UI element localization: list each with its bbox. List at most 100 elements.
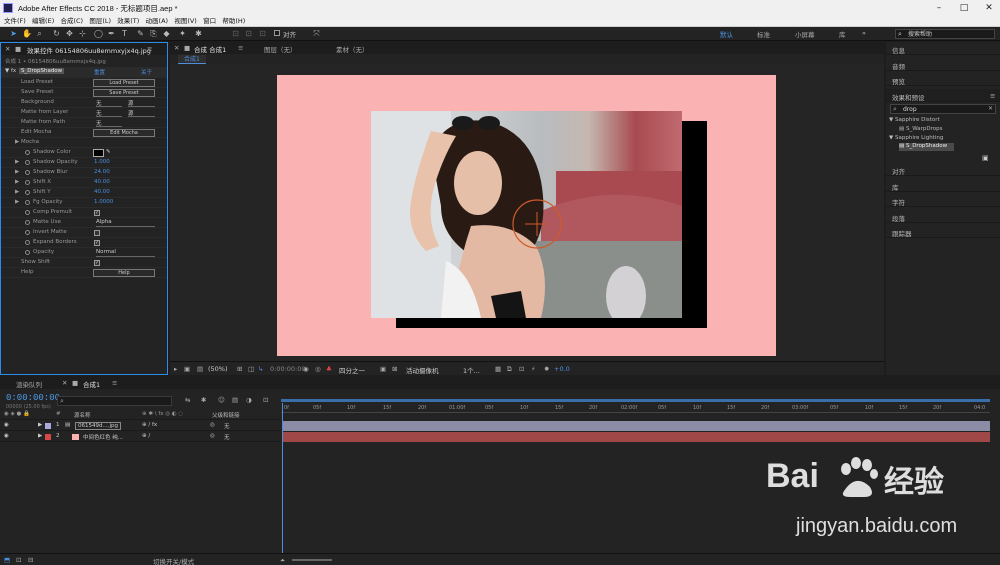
layer-switches-icon[interactable]: ⊕ / [142,433,150,439]
background-source-select[interactable]: 源 [128,99,155,107]
show-snapshot-icon[interactable]: ◎ [315,365,321,373]
stopwatch-icon[interactable] [25,250,30,255]
maximize-button[interactable]: □ [957,2,971,14]
zoom-select[interactable]: (50%) [208,365,228,373]
clone-tool-icon[interactable]: ⎘ [149,29,158,38]
load-preset-button[interactable]: Load Preset [93,79,155,87]
tab-layer[interactable]: 图层（无） [264,44,297,54]
toggle-switches-modes[interactable]: 切换开关/模式 [153,556,194,565]
shadow-color-swatch[interactable] [93,149,104,157]
fg-opacity-value[interactable]: 1.0000 [94,199,113,205]
opacity-mode-select[interactable]: Normal [96,249,155,257]
roto-tool-icon[interactable]: ✦ [178,29,187,38]
expand-arrow-icon[interactable]: ▶ [15,199,19,205]
exposure-value[interactable]: +0.0 [554,365,570,373]
matte-layer-select[interactable]: 无 [96,109,122,117]
graph-editor-icon[interactable]: ⊡ [263,396,268,404]
minimize-button[interactable]: – [932,2,946,14]
draft-3d-icon[interactable]: ✱ [201,396,206,404]
matte-path-select[interactable]: 无 [96,119,122,127]
tree-item-warpdrops[interactable]: ▤ S_WarpDrops [899,126,943,132]
layer-parent-select[interactable]: 无 [224,433,230,441]
search-help-input[interactable]: ⌕ 搜索帮助 [895,29,995,39]
layer-parent-select[interactable]: 无 [224,422,230,430]
mask-visibility-icon[interactable]: ◫ [248,365,254,373]
expand-arrow-icon[interactable]: ▶ [15,189,19,195]
menu-help[interactable]: 帮助(H) [222,16,245,27]
expand-arrow-icon[interactable]: ▶ [15,139,19,145]
snap-option-2-icon[interactable]: ⊡ [244,29,253,38]
show-shift-checkbox[interactable]: ✓ [94,260,100,266]
timeline-search-input[interactable]: ⌕ [57,396,172,406]
monitor-icon[interactable]: ▤ [197,365,203,373]
panel-tracker[interactable]: 跟踪器 [886,225,1000,238]
menu-layer[interactable]: 图层(L) [89,16,111,27]
panel-menu-icon[interactable]: ≡ [990,92,995,100]
photo-layer[interactable] [371,111,682,318]
layer-name[interactable]: 061549d....jpg [75,422,121,430]
panel-audio[interactable]: 音频 [886,58,1000,71]
workspace-standard[interactable]: 标准 [757,29,770,39]
panel-close-icon[interactable]: ✕ [5,45,10,53]
grid-icon[interactable]: ⊞ [237,365,242,373]
stopwatch-icon[interactable] [25,230,30,235]
invert-matte-checkbox[interactable] [94,230,100,236]
tree-group-distort[interactable]: ▼ Sapphire Distort [889,117,940,123]
frame-blending-icon[interactable]: ▤ [232,396,238,404]
stopwatch-icon[interactable] [25,220,30,225]
fast-preview-icon[interactable]: ⚡ [531,365,536,373]
matte-source-select[interactable]: 源 [128,109,155,117]
comp-flowchart-icon[interactable]: ⧉ [507,365,512,374]
stopwatch-icon[interactable] [25,200,30,205]
layer-row-1[interactable]: ◉ ▶ 1 ▤ 061549d....jpg ⊕ / fx ◎ 无 [0,421,280,431]
region-icon[interactable]: ▣ [184,365,190,373]
roi-icon[interactable]: ▣ [380,365,386,373]
pen-tool-icon[interactable]: ✒ [107,29,116,38]
edit-mocha-button[interactable]: Edit Mocha [93,129,155,137]
render-time-icon[interactable]: ⬒ [4,556,10,564]
composition-viewer[interactable] [170,64,884,361]
puppet-tool-icon[interactable]: ✱ [194,29,203,38]
mask-tool-icon[interactable]: ◯ [94,29,103,38]
source-name-header[interactable]: 源名称 [74,411,91,419]
save-preset-button[interactable]: Save Preset [93,89,155,97]
timeline-icon[interactable]: ⊡ [519,365,524,373]
menu-file[interactable]: 文件(F) [4,16,26,27]
comp-mini-flowchart-icon[interactable]: ⇆ [185,396,190,404]
menu-effect[interactable]: 效果(T) [117,16,139,27]
shadow-opacity-value[interactable]: 1.000 [94,159,110,165]
composition-canvas[interactable] [277,75,776,356]
collapse-pane-icon[interactable]: ⊟ [28,556,33,564]
stopwatch-icon[interactable] [25,180,30,185]
background-layer-select[interactable]: 无 [96,99,122,107]
expand-arrow-icon[interactable]: ▶ [15,159,19,165]
stopwatch-icon[interactable] [25,190,30,195]
panel-effects-presets[interactable]: 效果和预设 ≡ [886,89,1000,102]
layer-2-duration-bar[interactable] [283,432,990,442]
channel-icon[interactable]: ♣ [326,365,332,373]
fx-icon[interactable]: fx [11,68,16,74]
panel-preview[interactable]: 预览 [886,73,1000,86]
timeline-zoom-slider[interactable] [292,559,332,561]
viewer-timecode[interactable]: 0:00:00:00 [270,365,306,373]
workspace-small-screen[interactable]: 小屏幕 [795,29,815,39]
help-button[interactable]: Help [93,269,155,277]
menu-animation[interactable]: 动画(A) [146,16,169,27]
panel-menu-icon[interactable]: ≡ [112,379,117,387]
zoom-out-icon[interactable]: ⏶ [280,556,285,565]
camera-tool-icon[interactable]: ✥ [65,29,74,38]
snapshot-icon[interactable]: ◉ [303,365,309,373]
panel-library[interactable]: 库 [886,179,1000,192]
shy-icon[interactable]: ☺ [218,396,225,404]
pan-behind-tool-icon[interactable]: ⊹ [78,29,87,38]
parent-pick-whip-icon[interactable]: ◎ [210,433,215,439]
tab-effect-controls[interactable]: 效果控件 06154806uu8emmxyjx4q.jpg [27,45,151,55]
align-checkbox[interactable] [274,30,280,36]
snap-option-icon[interactable]: ⊡ [231,29,240,38]
rotate-tool-icon[interactable]: ↻ [52,29,61,38]
layer-label-color[interactable] [45,423,51,429]
hand-tool-icon[interactable]: ✋ [22,29,32,38]
stopwatch-icon[interactable] [25,170,30,175]
panel-close-icon[interactable]: ✕ [174,44,179,52]
effect-name[interactable]: S_DropShadow [19,68,65,74]
